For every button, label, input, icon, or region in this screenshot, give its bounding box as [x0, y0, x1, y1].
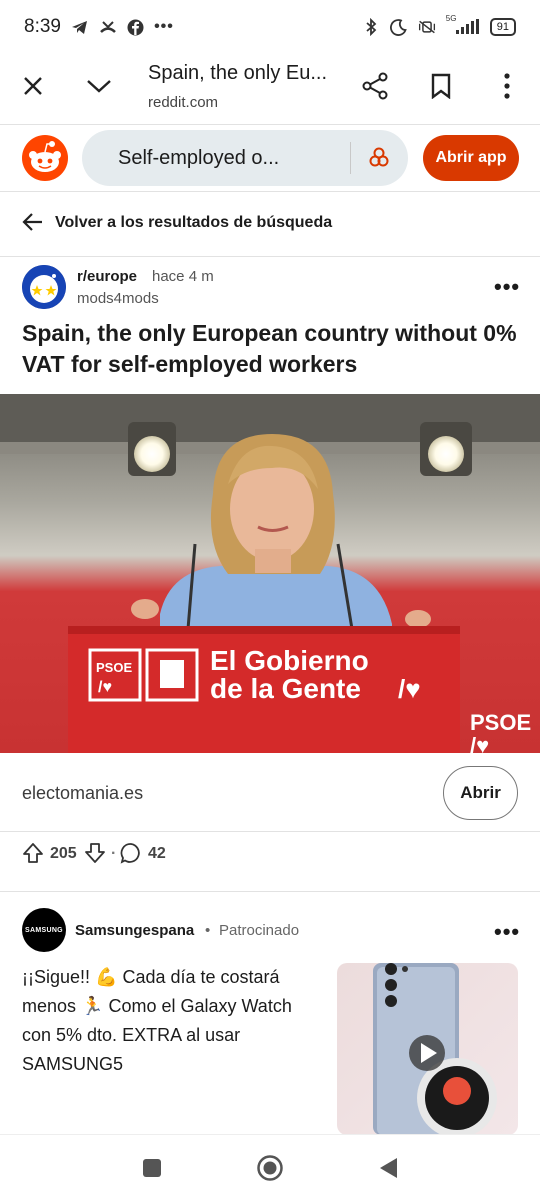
facebook-icon: [127, 18, 145, 36]
comment-icon[interactable]: [120, 842, 142, 869]
downvote-icon[interactable]: [84, 842, 106, 869]
reddit-header: Self-employed o... Abrir app: [0, 125, 540, 191]
upvote-icon[interactable]: [22, 842, 44, 869]
network-type: 5G: [445, 14, 457, 23]
back-label: Volver a los resultados de búsqueda: [55, 214, 333, 231]
do-not-disturb-icon: [390, 18, 408, 36]
subreddit-avatar[interactable]: [22, 265, 66, 309]
collapse-button[interactable]: [79, 66, 119, 106]
svg-text:/♥: /♥: [470, 733, 489, 753]
square-icon: [143, 1159, 161, 1177]
search-query: Self-employed o...: [118, 147, 280, 169]
home-button[interactable]: [255, 1153, 285, 1183]
browser-toolbar: Spain, the only Eu... reddit.com: [0, 54, 540, 124]
missed-call-icon: [99, 18, 117, 36]
arrow-left-icon: [22, 212, 44, 237]
ad-header: SAMSUNG Samsungespana • Patrocinado •••: [0, 905, 540, 955]
search-divider: [350, 142, 351, 174]
subreddit-name[interactable]: r/europe: [77, 268, 137, 285]
more-notifications-icon: •••: [154, 18, 174, 35]
page-title: Spain, the only Eu...: [148, 62, 328, 84]
post-actions: 205 · 42: [0, 838, 540, 870]
reddit-logo-icon[interactable]: [22, 135, 68, 181]
page-url: reddit.com: [148, 94, 219, 111]
image-banner-line2: de la Gente: [210, 673, 361, 704]
ad-body[interactable]: ¡¡Sigue!! 💪 Cada día te costará menos 🏃 …: [22, 963, 322, 1079]
open-link-button[interactable]: Abrir: [443, 766, 518, 820]
vertical-dots-icon: [504, 73, 510, 99]
bookmark-button[interactable]: [421, 66, 461, 106]
open-app-button[interactable]: Abrir app: [423, 135, 519, 181]
advertiser-name[interactable]: Samsungespana: [75, 922, 194, 939]
comment-count: 42: [148, 845, 166, 862]
link-domain[interactable]: electomania.es: [22, 783, 143, 804]
post-author[interactable]: mods4mods: [77, 290, 159, 307]
post-divider: [0, 891, 540, 892]
circle-icon: [257, 1155, 283, 1181]
sponsored-label: Patrocinado: [219, 922, 300, 939]
post-time: hace 4 m: [152, 268, 214, 285]
status-bar: 8:39 ••• 5G 91: [0, 0, 540, 54]
bluetooth-icon: [362, 18, 380, 36]
overflow-menu-button[interactable]: [487, 66, 527, 106]
ad-more-button[interactable]: •••: [494, 919, 520, 945]
image-psoe-logo: PSOE: [96, 660, 132, 675]
share-button[interactable]: [355, 66, 395, 106]
action-separator: ·: [111, 845, 117, 862]
recents-button[interactable]: [137, 1153, 167, 1183]
silent-mode-icon: [418, 18, 436, 36]
svg-text:/♥: /♥: [98, 679, 112, 696]
share-icon: [362, 72, 388, 100]
android-nav-bar: [0, 1134, 540, 1199]
ad-separator: •: [205, 922, 211, 939]
post-title[interactable]: Spain, the only European country without…: [22, 318, 522, 380]
signal-icon: 5G: [446, 14, 480, 36]
post-image[interactable]: PSOE /♥ El Gobierno de la Gente /♥ PSOE …: [0, 394, 540, 753]
back-divider: [0, 256, 540, 257]
back-button[interactable]: [373, 1153, 403, 1183]
telegram-icon: [71, 18, 89, 36]
reddit-bar-divider: [0, 191, 540, 192]
triangle-back-icon: [380, 1158, 397, 1178]
close-button[interactable]: [13, 66, 53, 106]
status-time: 8:39: [24, 16, 61, 37]
post-more-button[interactable]: •••: [494, 274, 520, 300]
chevron-down-icon: [87, 80, 111, 93]
ad-image[interactable]: [337, 963, 518, 1135]
image-banner-line1: El Gobierno: [210, 645, 369, 676]
post-header: r/europe hace 4 m mods4mods •••: [0, 262, 540, 318]
link-row: electomania.es Abrir: [0, 753, 540, 831]
upvote-count: 205: [50, 845, 77, 862]
close-icon: [24, 77, 42, 95]
filter-icon[interactable]: [368, 146, 390, 173]
advertiser-avatar[interactable]: SAMSUNG: [22, 908, 66, 952]
bookmark-icon: [431, 73, 451, 99]
svg-text:/♥: /♥: [398, 674, 421, 704]
search-bar[interactable]: Self-employed o...: [82, 130, 408, 186]
link-divider: [0, 831, 540, 832]
back-to-results-button[interactable]: Volver a los resultados de búsqueda: [0, 196, 540, 252]
battery-indicator: 91: [489, 18, 516, 36]
image-side-logo: PSOE: [470, 710, 531, 735]
